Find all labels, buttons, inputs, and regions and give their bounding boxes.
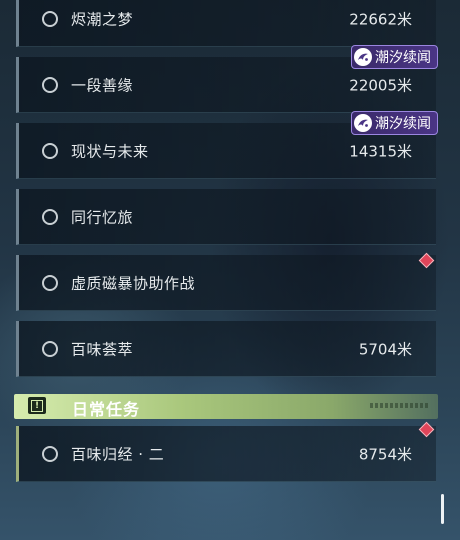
quest-status-circle-icon — [42, 10, 58, 27]
badge-label: 潮汐续闻 — [375, 116, 431, 132]
tidal-swirl-icon — [354, 48, 372, 66]
scrollbar[interactable] — [441, 494, 444, 524]
quest-row-2[interactable]: 一段善缘 22005米 潮汐续闻 — [16, 45, 438, 113]
quest-row-6[interactable]: 百味荟萃 5704米 — [16, 321, 436, 377]
quest-name: 一段善缘 — [71, 76, 134, 94]
game-quest-panel: 烬潮之梦 22662米 一段善缘 22005米 潮汐续闻 现状与未来 14315… — [0, 0, 460, 540]
quest-distance: 14315米 — [349, 142, 412, 160]
exclamation-box-icon: ! — [28, 397, 46, 414]
quest-distance: 5704米 — [358, 340, 412, 358]
badge-label: 潮汐续闻 — [375, 50, 431, 66]
tidal-badge: 潮汐续闻 — [351, 45, 438, 69]
quest-distance: 8754米 — [358, 445, 412, 463]
quest-name: 百味归经 · 二 — [71, 445, 165, 463]
red-diamond-icon — [418, 252, 435, 269]
quest-status-circle-icon — [42, 274, 58, 291]
quest-status-circle-icon — [42, 76, 58, 93]
quest-name: 现状与未来 — [71, 142, 149, 160]
quest-name: 虚质磁暴协助作战 — [71, 274, 196, 292]
header-decoration — [370, 403, 428, 408]
quest-list: 烬潮之梦 22662米 一段善缘 22005米 潮汐续闻 现状与未来 14315… — [0, 0, 460, 540]
quest-status-circle-icon — [42, 445, 58, 462]
quest-status-circle-icon — [42, 208, 58, 225]
quest-name: 烬潮之梦 — [71, 10, 134, 28]
tidal-swirl-icon — [354, 114, 372, 132]
red-diamond-icon — [418, 421, 435, 438]
quest-row-5[interactable]: 虚质磁暴协助作战 — [16, 252, 436, 311]
quest-name: 百味荟萃 — [71, 340, 134, 358]
daily-section-title: 日常任务 — [72, 400, 141, 419]
quest-distance: 22005米 — [349, 76, 412, 94]
quest-status-circle-icon — [42, 340, 58, 357]
daily-section-header[interactable]: ! 日常任务 — [14, 394, 438, 419]
quest-distance: 22662米 — [349, 10, 412, 28]
quest-row-3[interactable]: 现状与未来 14315米 潮汐续闻 — [16, 111, 438, 179]
quest-row-4[interactable]: 同行忆旅 — [16, 189, 436, 245]
daily-quest-row-1[interactable]: 百味归经 · 二 8754米 — [16, 421, 436, 482]
quest-status-circle-icon — [42, 142, 58, 159]
tidal-badge: 潮汐续闻 — [351, 111, 438, 135]
quest-row-1[interactable]: 烬潮之梦 22662米 — [16, 0, 436, 47]
quest-name: 同行忆旅 — [71, 208, 134, 226]
